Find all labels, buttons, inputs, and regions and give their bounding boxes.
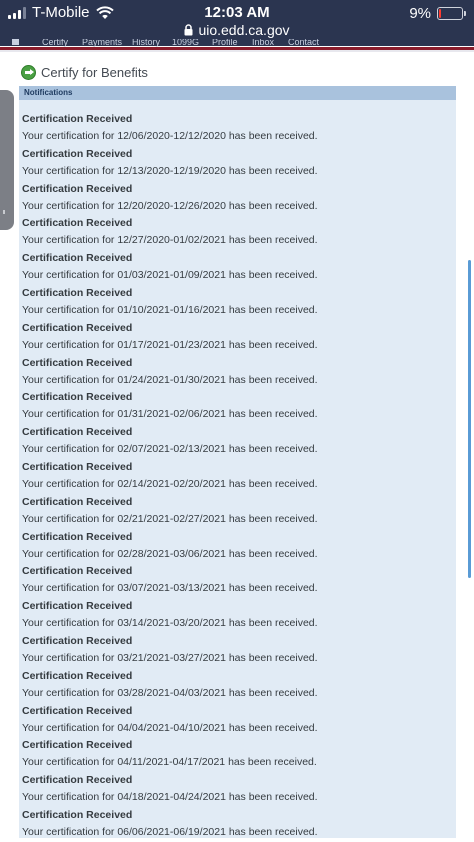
- site-nav: Certify Payments History 1099G Profile I…: [0, 39, 474, 47]
- notification-text: Your certification for 12/06/2020-12/12/…: [22, 130, 318, 142]
- notification-text: Your certification for 01/03/2021-01/09/…: [22, 269, 318, 282]
- notification-title: Certification Received: [22, 182, 133, 195]
- notification-item: Certification Received Your certification…: [19, 667, 456, 702]
- notification-text: Your certification for 02/07/2021-02/13/…: [22, 443, 318, 456]
- notification-item: Certification Received Your certification…: [19, 458, 456, 493]
- notification-item: Certification Received Your certification…: [19, 284, 456, 319]
- notification-item: Certification Received Your certification…: [19, 736, 456, 771]
- clock: 12:03 AM: [204, 4, 270, 21]
- nav-item-contact[interactable]: Contact: [288, 39, 319, 47]
- notification-item: Certification Received Your certification…: [19, 249, 456, 284]
- notification-title: Certification Received: [22, 113, 133, 125]
- notification-title: Certification Received: [22, 704, 133, 717]
- notification-text: Your certification for 01/10/2021-01/16/…: [22, 303, 318, 316]
- notifications-panel: Notifications Certification Received Your…: [19, 86, 456, 838]
- notification-title: Certification Received: [22, 565, 133, 578]
- nav-item-certify[interactable]: Certify: [42, 39, 68, 47]
- notification-title: Certification Received: [22, 391, 133, 404]
- notification-text: Your certification for 03/28/2021-04/03/…: [22, 686, 318, 699]
- notification-item: Certification Received Your certification…: [19, 319, 456, 354]
- notifications-header: Notifications: [19, 86, 456, 100]
- notification-text: Your certification for 04/11/2021-04/17/…: [22, 756, 317, 769]
- notification-title: Certification Received: [22, 217, 133, 230]
- nav-item-1099g[interactable]: 1099G: [172, 39, 199, 47]
- notification-title: Certification Received: [22, 808, 133, 821]
- notification-title: Certification Received: [22, 774, 133, 787]
- home-icon[interactable]: [12, 39, 19, 45]
- notification-item: Certification Received Your certification…: [19, 562, 456, 597]
- notification-item: Certification Received Your certification…: [19, 388, 456, 423]
- notification-text: Your certification for 04/04/2021-04/10/…: [22, 721, 318, 734]
- notification-text: Your certification for 02/28/2021-03/06/…: [22, 547, 318, 560]
- notification-text: Your certification for 01/17/2021-01/23/…: [22, 338, 318, 351]
- notification-text: Your certification for 02/21/2021-02/27/…: [22, 512, 318, 525]
- notification-title: Certification Received: [22, 600, 133, 613]
- notification-item: Certification Received Your certification…: [19, 423, 456, 458]
- notifications-list: Certification Received Your certification…: [19, 100, 456, 841]
- address-bar[interactable]: uio.edd.ca.gov: [0, 22, 474, 38]
- scrollbar[interactable]: [468, 260, 471, 578]
- notification-item: Certification Received Your certification…: [19, 771, 456, 806]
- nav-item-inbox[interactable]: Inbox: [252, 39, 274, 47]
- url-text: uio.edd.ca.gov: [198, 22, 290, 38]
- notification-text: Your certification for 03/14/2021-03/20/…: [22, 617, 318, 630]
- notification-title: Certification Received: [22, 356, 133, 369]
- battery-icon: [437, 7, 463, 20]
- notification-item: Certification Received Your certification…: [19, 145, 456, 180]
- notification-item: Certification Received Your certification…: [19, 632, 456, 667]
- notification-text: Your certification for 02/14/2021-02/20/…: [22, 477, 318, 490]
- notification-title: Certification Received: [22, 426, 133, 439]
- notification-item: Certification Received Your certification…: [19, 597, 456, 632]
- notification-text: Your certification for 03/07/2021-03/13/…: [22, 582, 318, 595]
- notification-text: Your certification for 03/21/2021-03/27/…: [22, 651, 318, 664]
- arrow-right-circle-icon: [21, 64, 36, 80]
- nav-item-history[interactable]: History: [132, 39, 160, 47]
- notification-title: Certification Received: [22, 495, 133, 508]
- lock-icon: [184, 24, 193, 36]
- notification-text: Your certification for 12/20/2020-12/26/…: [22, 199, 318, 212]
- nav-item-payments[interactable]: Payments: [82, 39, 122, 47]
- page-title-text: Certify for Benefits: [41, 64, 148, 80]
- notification-title: Certification Received: [22, 252, 133, 265]
- battery-group: 9%: [409, 5, 466, 22]
- notification-text: Your certification for 01/31/2021-02/06/…: [22, 408, 318, 421]
- notification-text: Your certification for 12/13/2020-12/19/…: [22, 164, 318, 177]
- notification-title: Certification Received: [22, 147, 133, 160]
- notification-item: Certification Received Your certification…: [19, 702, 456, 737]
- notification-item: Certification Received Your certification…: [19, 493, 456, 528]
- notification-text: Your certification for 12/27/2020-01/02/…: [22, 234, 318, 247]
- notification-item: Certification Received Your certification…: [19, 806, 456, 841]
- page-title: Certify for Benefits: [21, 63, 148, 81]
- notification-title: Certification Received: [22, 739, 133, 752]
- side-tab-handle[interactable]: [0, 90, 14, 230]
- notification-item: Certification Received Your certification…: [19, 354, 456, 389]
- nav-item-profile[interactable]: Profile: [212, 39, 238, 47]
- notification-title: Certification Received: [22, 460, 133, 473]
- notification-item: Certification Received Your certification…: [19, 528, 456, 563]
- notification-title: Certification Received: [22, 634, 133, 647]
- notification-item: Certification Received Your certification…: [19, 180, 456, 215]
- notification-text: Your certification for 06/06/2021-06/19/…: [22, 825, 318, 838]
- notification-text: Your certification for 01/24/2021-01/30/…: [22, 373, 318, 386]
- notification-title: Certification Received: [22, 669, 133, 682]
- notification-text: Your certification for 04/18/2021-04/24/…: [22, 791, 318, 804]
- battery-percent: 9%: [409, 5, 431, 22]
- notification-item: Certification Received Your certification…: [19, 110, 456, 145]
- notification-item: Certification Received Your certification…: [19, 214, 456, 249]
- notification-title: Certification Received: [22, 286, 133, 299]
- notification-title: Certification Received: [22, 321, 133, 334]
- notification-title: Certification Received: [22, 530, 133, 543]
